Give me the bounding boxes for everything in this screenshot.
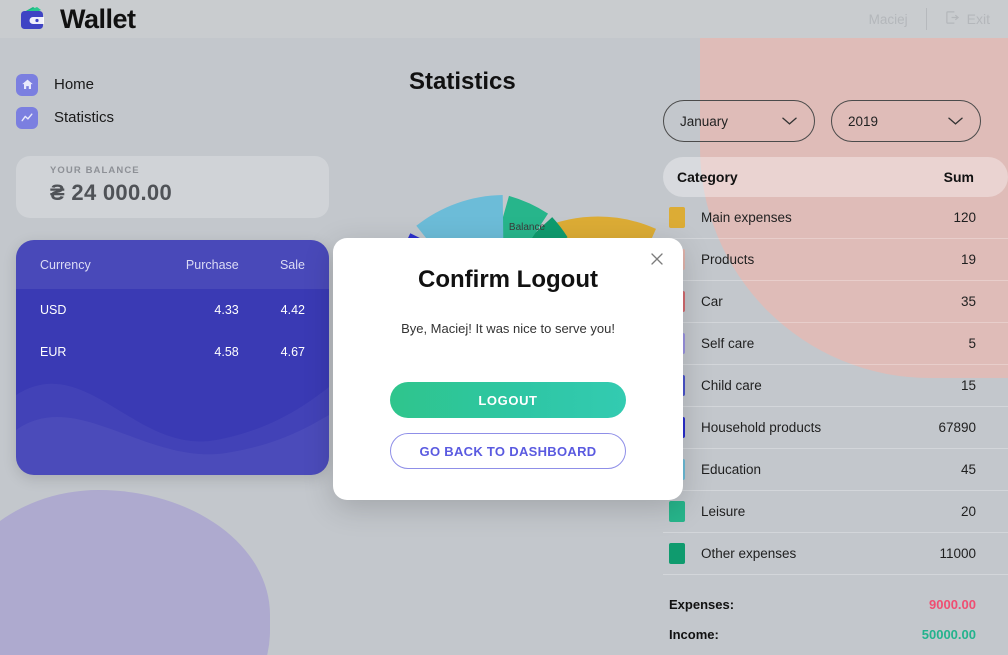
modal-overlay: Confirm Logout Bye, Maciej! It was nice … bbox=[0, 0, 1008, 655]
close-icon[interactable] bbox=[647, 249, 667, 269]
modal-message: Bye, Maciej! It was nice to serve you! bbox=[401, 321, 615, 336]
go-back-to-dashboard-button[interactable]: GO BACK TO DASHBOARD bbox=[390, 433, 626, 469]
confirm-logout-modal: Confirm Logout Bye, Maciej! It was nice … bbox=[333, 238, 683, 500]
modal-title: Confirm Logout bbox=[418, 266, 598, 293]
wallet-app: Wallet Maciej Exit Home Statistics YOUR … bbox=[0, 0, 1008, 655]
logout-button[interactable]: LOGOUT bbox=[390, 382, 626, 418]
